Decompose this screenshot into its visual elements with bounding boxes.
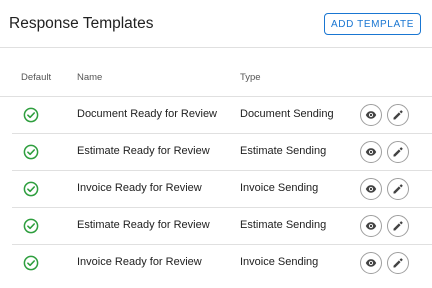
- table-row: Invoice Ready for Review Invoice Sending: [12, 171, 432, 208]
- pencil-icon: [392, 109, 404, 121]
- check-circle-icon: [23, 181, 39, 197]
- check-circle-icon: [23, 218, 39, 234]
- add-template-button[interactable]: ADD TEMPLATE: [324, 13, 421, 35]
- column-header-name: Name: [77, 72, 103, 83]
- table-header: Default Name Type: [0, 48, 432, 97]
- edit-button[interactable]: [387, 178, 409, 200]
- edit-button[interactable]: [387, 215, 409, 237]
- view-button[interactable]: [360, 178, 382, 200]
- eye-icon: [365, 109, 377, 121]
- response-templates-panel: Response Templates ADD TEMPLATE Default …: [0, 0, 432, 288]
- edit-button[interactable]: [387, 104, 409, 126]
- template-name: Estimate Ready for Review: [77, 145, 210, 157]
- table-row: Estimate Ready for Review Estimate Sendi…: [12, 208, 432, 245]
- table-row: Document Ready for Review Document Sendi…: [12, 97, 432, 134]
- template-type: Document Sending: [240, 108, 334, 120]
- table-row: Estimate Ready for Review Estimate Sendi…: [12, 134, 432, 171]
- pencil-icon: [392, 183, 404, 195]
- edit-button[interactable]: [387, 141, 409, 163]
- view-button[interactable]: [360, 104, 382, 126]
- panel-header: Response Templates ADD TEMPLATE: [0, 0, 432, 48]
- template-name: Estimate Ready for Review: [77, 219, 210, 231]
- check-circle-icon: [23, 107, 39, 123]
- template-type: Estimate Sending: [240, 219, 327, 231]
- table-body: Document Ready for Review Document Sendi…: [0, 97, 432, 282]
- pencil-icon: [392, 220, 404, 232]
- table-row: Invoice Ready for Review Invoice Sending: [12, 245, 432, 282]
- view-button[interactable]: [360, 252, 382, 274]
- column-header-default: Default: [21, 72, 52, 83]
- template-type: Invoice Sending: [240, 182, 319, 194]
- check-circle-icon: [23, 255, 39, 271]
- template-type: Estimate Sending: [240, 145, 327, 157]
- view-button[interactable]: [360, 215, 382, 237]
- pencil-icon: [392, 257, 404, 269]
- check-circle-icon: [23, 144, 39, 160]
- eye-icon: [365, 220, 377, 232]
- template-name: Invoice Ready for Review: [77, 256, 202, 268]
- page-title: Response Templates: [9, 15, 154, 32]
- edit-button[interactable]: [387, 252, 409, 274]
- pencil-icon: [392, 146, 404, 158]
- eye-icon: [365, 183, 377, 195]
- template-name: Document Ready for Review: [77, 108, 218, 120]
- view-button[interactable]: [360, 141, 382, 163]
- eye-icon: [365, 257, 377, 269]
- template-type: Invoice Sending: [240, 256, 319, 268]
- column-header-type: Type: [240, 72, 261, 83]
- eye-icon: [365, 146, 377, 158]
- template-name: Invoice Ready for Review: [77, 182, 202, 194]
